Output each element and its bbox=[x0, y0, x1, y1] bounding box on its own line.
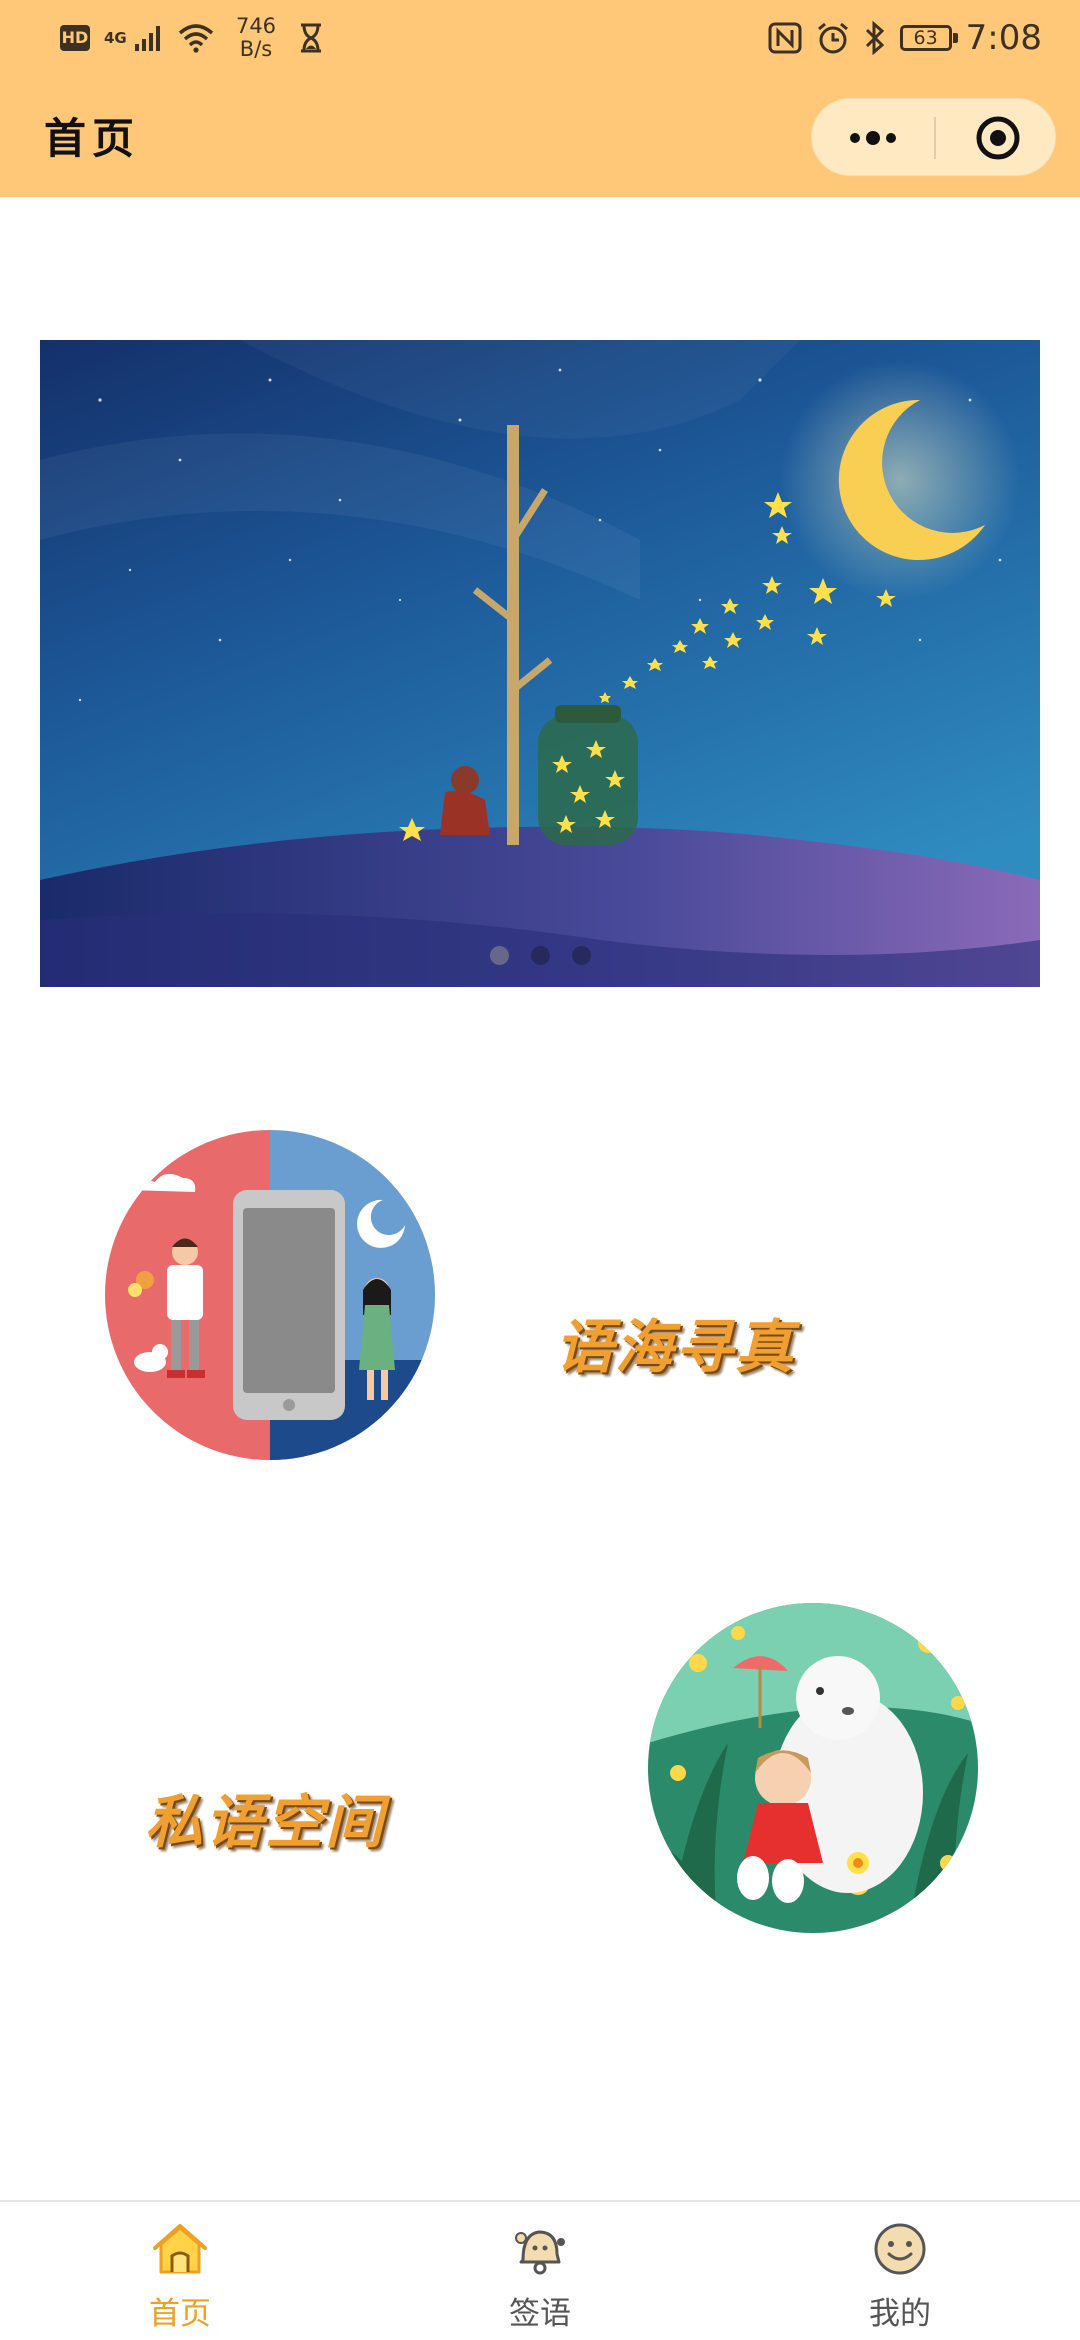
feature-image-polar-bear[interactable] bbox=[648, 1603, 978, 1933]
clock: 7:08 bbox=[965, 18, 1042, 58]
feature-image-phone-couple[interactable] bbox=[105, 1130, 435, 1460]
smiley-face-icon bbox=[874, 2223, 926, 2275]
tab-home-label: 首页 bbox=[149, 2296, 211, 2332]
carousel-dot[interactable] bbox=[530, 946, 550, 965]
tab-mine[interactable]: 我的 bbox=[720, 2202, 1080, 2340]
status-bar: HD 4G 746 B/s 63 7:08 bbox=[0, 0, 1080, 75]
mini-program-capsule bbox=[811, 98, 1056, 176]
feature-label-2[interactable]: 私语空间 bbox=[145, 1775, 385, 1859]
close-button[interactable] bbox=[936, 99, 1057, 177]
network-type: 4G bbox=[104, 28, 127, 47]
tab-mine-label: 我的 bbox=[869, 2296, 931, 2332]
status-right: 63 7:08 bbox=[768, 14, 1042, 62]
target-close-icon bbox=[976, 116, 1020, 160]
feature-label-1[interactable]: 语海寻真 bbox=[555, 1300, 795, 1384]
carousel-dot[interactable] bbox=[571, 946, 591, 965]
nfc-icon bbox=[768, 22, 802, 54]
screen: HD 4G 746 B/s 63 7:08 首页 语海寻真 私语空间 首页 签语… bbox=[0, 0, 1080, 2340]
alarm-icon bbox=[817, 22, 848, 54]
battery-indicator: 63 bbox=[899, 25, 958, 51]
more-dots-icon bbox=[850, 131, 896, 145]
tab-bar: 首页 签语 我的 bbox=[0, 2200, 1080, 2340]
page-title: 首页 bbox=[44, 114, 141, 163]
network-speed-unit: B/s bbox=[239, 37, 273, 61]
carousel-dot[interactable] bbox=[489, 946, 509, 965]
tab-home[interactable]: 首页 bbox=[0, 2202, 360, 2340]
night-sky-illustration bbox=[40, 340, 1040, 987]
header-bar: HD 4G 746 B/s 63 7:08 首页 bbox=[0, 0, 1080, 197]
bluetooth-icon bbox=[865, 21, 884, 55]
network-speed-value: 746 bbox=[235, 14, 277, 38]
network-speed: 746 B/s bbox=[228, 15, 284, 61]
hd-badge: HD bbox=[60, 25, 90, 51]
banner-carousel[interactable] bbox=[40, 340, 1040, 987]
wifi-icon bbox=[178, 24, 214, 53]
more-button[interactable] bbox=[812, 99, 934, 177]
hourglass-icon bbox=[301, 23, 321, 53]
tab-signature[interactable]: 签语 bbox=[360, 2202, 720, 2340]
signal-icon bbox=[135, 26, 160, 51]
tab-signature-label: 签语 bbox=[509, 2296, 571, 2332]
carousel-indicator bbox=[40, 946, 1040, 965]
home-icon bbox=[153, 2224, 207, 2274]
bell-chat-icon bbox=[515, 2230, 565, 2275]
status-left: HD 4G 746 B/s bbox=[60, 14, 324, 62]
phone-couple-illustration bbox=[105, 1130, 435, 1460]
polar-bear-girl-illustration bbox=[648, 1603, 978, 1933]
